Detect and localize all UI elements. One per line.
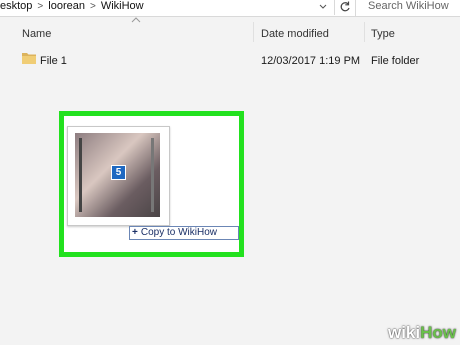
search-placeholder: Search WikiHow bbox=[368, 0, 449, 12]
chevron-up-icon bbox=[131, 16, 141, 27]
toolbar: esktop > loorean > WikiHow Search WikiHow bbox=[0, 0, 460, 17]
breadcrumb-segment-wikihow[interactable]: WikiHow bbox=[101, 0, 144, 13]
column-divider[interactable] bbox=[364, 22, 365, 42]
refresh-button[interactable] bbox=[334, 0, 355, 15]
copy-to-tooltip: + Copy to WikiHow bbox=[129, 226, 239, 240]
item-count-badge: 5 bbox=[111, 165, 126, 180]
column-header-name[interactable]: Name bbox=[22, 28, 51, 40]
column-header-row: Name Date modified Type bbox=[0, 17, 460, 42]
breadcrumb-separator-icon: > bbox=[37, 1, 44, 12]
breadcrumb-segment-loorean[interactable]: loorean bbox=[48, 0, 85, 13]
column-header-date-modified[interactable]: Date modified bbox=[261, 28, 329, 40]
breadcrumb-segment-desktop[interactable]: esktop bbox=[0, 0, 32, 13]
list-item[interactable]: File 1 12/03/2017 1:19 PM File folder bbox=[0, 50, 460, 70]
breadcrumb-separator-icon: > bbox=[89, 1, 96, 12]
search-input[interactable]: Search WikiHow bbox=[362, 0, 460, 16]
address-bar[interactable]: esktop > loorean > WikiHow bbox=[0, 0, 356, 16]
wikihow-logo: wikiHow bbox=[387, 323, 456, 342]
file-type: File folder bbox=[371, 55, 420, 67]
column-header-type[interactable]: Type bbox=[371, 28, 395, 40]
copy-to-label: Copy to WikiHow bbox=[140, 227, 217, 238]
file-date-modified: 12/03/2017 1:19 PM bbox=[261, 55, 361, 67]
refresh-icon bbox=[340, 1, 350, 12]
chevron-down-icon[interactable] bbox=[319, 0, 327, 16]
column-divider[interactable] bbox=[253, 22, 254, 42]
file-name: File 1 bbox=[40, 55, 67, 67]
folder-icon bbox=[22, 52, 36, 64]
plus-icon: + bbox=[132, 227, 138, 238]
